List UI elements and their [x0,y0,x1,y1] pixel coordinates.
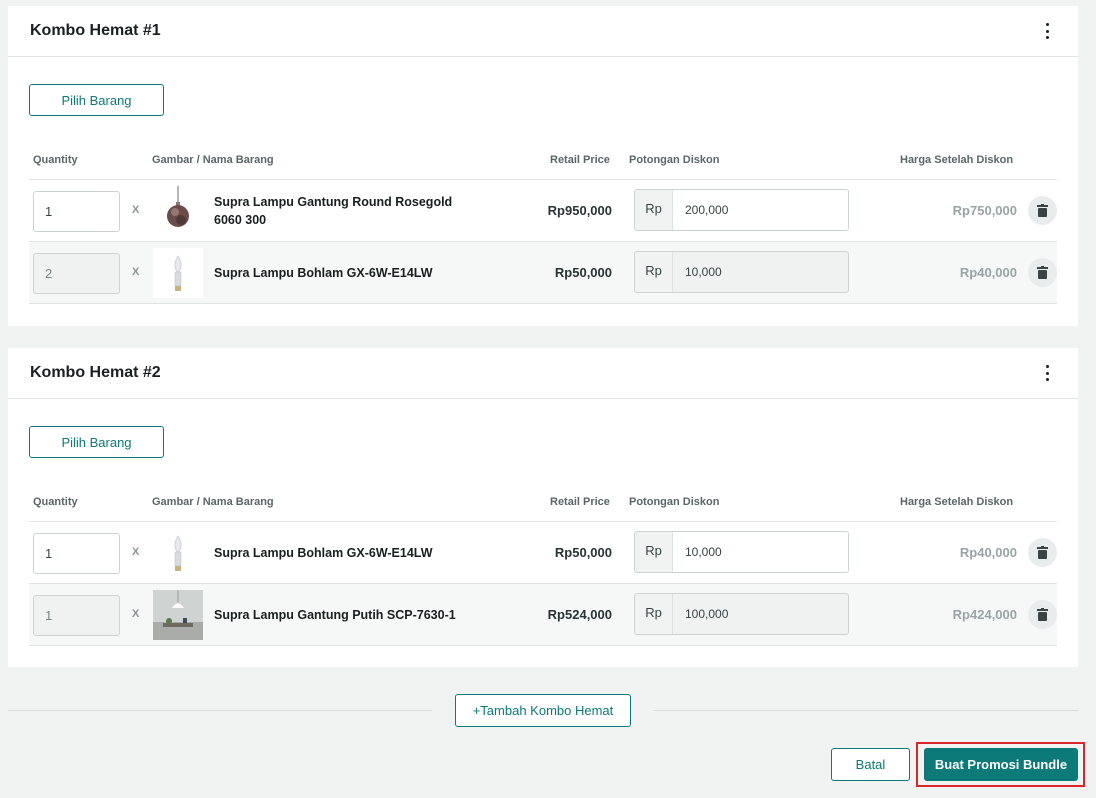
table-row: 1 X Supra Lampu Gantung Round Rosegold 6… [29,180,1057,242]
times-sign: X [132,546,140,558]
trash-icon[interactable] [1028,196,1057,225]
quantity-input[interactable]: 1 [33,595,120,636]
discount-value: 10,000 [685,265,722,279]
final-price: Rp424,000 [952,607,1017,622]
column-header-product: Gambar / Nama Barang [152,496,274,508]
pick-product-button[interactable]: Pilih Barang [29,84,164,116]
column-header-final: Harga Setelah Diskon [900,496,1014,508]
currency-prefix: Rp [635,594,673,634]
combo-card-2: Kombo Hemat #2 Pilih Barang Quantity Gam… [8,348,1078,667]
combo-header: Kombo Hemat #1 [8,6,1078,57]
trash-icon[interactable] [1028,258,1057,287]
trash-icon[interactable] [1028,538,1057,567]
quantity-input[interactable]: 1 [33,191,120,232]
product-name: Supra Lampu Bohlam GX-6W-E14LW [214,266,433,280]
table-row: 1 X Supra Lampu Gantung Putih SCP-7630-1… [29,584,1057,646]
currency-prefix: Rp [635,190,673,230]
column-header-final: Harga Setelah Diskon [900,154,1014,166]
column-header-discount: Potongan Diskon [629,154,720,166]
column-header-discount: Potongan Diskon [629,496,720,508]
retail-price: Rp524,000 [547,607,612,622]
retail-price: Rp50,000 [554,265,612,280]
final-price: Rp750,000 [952,203,1017,218]
column-header-retail: Retail Price [550,154,610,166]
divider-right [653,710,1078,711]
quantity-input[interactable]: 2 [33,253,120,294]
discount-value: 100,000 [685,607,729,621]
discount-value: 10,000 [685,545,722,559]
product-image [153,590,203,640]
pick-product-button[interactable]: Pilih Barang [29,426,164,458]
product-name: Supra Lampu Bohlam GX-6W-E14LW [214,546,433,560]
discount-field[interactable]: Rp 200,000 [634,189,849,231]
product-image [153,186,203,236]
trash-icon[interactable] [1028,600,1057,629]
product-image [153,528,203,578]
kebab-menu-icon[interactable] [1042,21,1052,41]
create-bundle-button[interactable]: Buat Promosi Bundle [924,748,1078,781]
times-sign: X [132,266,140,278]
cancel-button[interactable]: Batal [831,748,910,781]
add-combo-button[interactable]: +Tambah Kombo Hemat [455,694,631,727]
times-sign: X [132,608,140,620]
combo-card-1: Kombo Hemat #1 Pilih Barang Quantity Gam… [8,6,1078,326]
kebab-menu-icon[interactable] [1042,363,1052,383]
product-name: Supra Lampu Gantung Putih SCP-7630-1 [214,608,456,622]
divider-left [8,710,432,711]
times-sign: X [132,204,140,216]
discount-value: 200,000 [685,203,729,217]
column-header-quantity: Quantity [33,154,78,166]
retail-price: Rp50,000 [554,545,612,560]
currency-prefix: Rp [635,532,673,572]
column-header-quantity: Quantity [33,496,78,508]
table-row: 1 X Supra Lampu Bohlam GX-6W-E14LW Rp50,… [29,522,1057,584]
quantity-input[interactable]: 1 [33,533,120,574]
column-header-product: Gambar / Nama Barang [152,154,274,166]
product-name: Supra Lampu Gantung Round Rosegold 6060 … [214,195,453,227]
product-image [153,248,203,298]
discount-field[interactable]: Rp 100,000 [634,593,849,635]
final-price: Rp40,000 [959,265,1017,280]
currency-prefix: Rp [635,252,673,292]
combo-title: Kombo Hemat #1 [30,22,161,39]
discount-field[interactable]: Rp 10,000 [634,251,849,293]
column-header-retail: Retail Price [550,496,610,508]
table-row: 2 X Supra Lampu Bohlam GX-6W-E14LW Rp50,… [29,242,1057,304]
retail-price: Rp950,000 [547,203,612,218]
combo-header: Kombo Hemat #2 [8,348,1078,399]
discount-field[interactable]: Rp 10,000 [634,531,849,573]
combo-title: Kombo Hemat #2 [30,364,161,381]
final-price: Rp40,000 [959,545,1017,560]
